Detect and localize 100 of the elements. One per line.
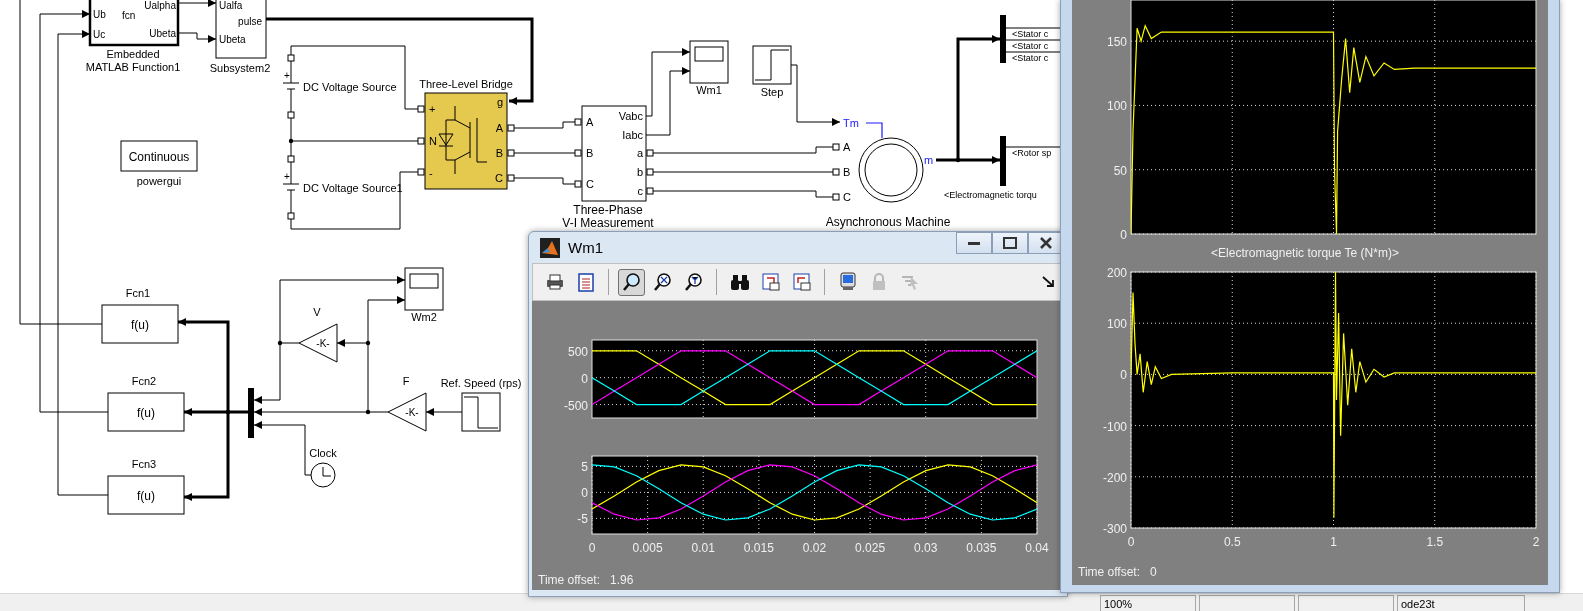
signal-line [177,0,217,7]
port-label: Ualpha [144,0,176,11]
signal-label: <Stator c [1012,41,1049,51]
port-label: Ub [93,9,106,20]
time-offset-label: Time offset: [1078,564,1141,580]
solver-name: ode23t [1397,595,1525,611]
block-caption: V-I Measurement [562,216,654,230]
polarity-sign: + [284,70,290,81]
mux-bar [248,388,254,438]
axis-tick-label: 0 [1120,368,1127,383]
port-label: B [586,147,594,159]
magnifier-icon [620,271,643,293]
block-caption: Ref. Speed (rps) [440,377,522,389]
bus-selector-bar [1000,15,1006,63]
axis-tick-label: 0.035 [966,541,997,555]
axis-tick-label: 100 [1106,99,1127,114]
signal-line [645,67,691,136]
junction-dot [288,138,294,144]
time-offset-value: 1.96 [610,572,634,588]
block-caption: Wm2 [411,311,437,323]
block-caption: Clock [309,447,337,459]
scope-block [689,40,729,84]
axis-tick-label: -5 [577,512,588,527]
axis-tick-label: 500 [567,344,588,359]
signal-line [1005,146,1061,148]
port-label: Tm [843,117,859,129]
junction-dot [365,340,371,346]
axis-tick-label: 0.5 [1223,535,1241,549]
signal-line [865,122,883,139]
port-label: c [637,185,643,197]
port-label: pulse [238,16,262,27]
port-label: C [843,191,851,203]
step-block [461,392,501,432]
window-title: Wm1 [568,239,604,256]
axis-tick-label: 200 [1106,266,1127,280]
block-caption: Fcn2 [131,375,157,387]
block-value: f(u) [137,406,155,420]
port-label: Ualfa [219,0,243,11]
axis-tick-label: 0 [581,371,588,386]
port-label: a [636,147,643,159]
signal-line [425,408,463,416]
axis-tick-label: 0.04 [1025,541,1049,555]
signal-line [645,48,691,117]
signal-line [513,152,576,154]
polarity-sign: + [284,171,290,182]
block-value: -K- [316,338,330,349]
axis-tick-label: 1 [1330,535,1337,549]
junction-dot [277,340,283,346]
block-caption: Embedded [106,48,160,60]
block-caption: Fcn1 [125,287,151,299]
port-label: A [843,141,851,153]
battery-symbol [282,155,300,220]
block-value: -K- [405,407,419,418]
signal-label: <Rotor sp [1012,148,1052,158]
block-value: f(u) [137,489,155,503]
signal-label: <Stator c [1012,53,1049,63]
port-label: + [429,103,436,115]
axis-tick-label: -200 [1102,470,1127,485]
port-label: B [843,166,851,178]
block-caption: Subsystem2 [209,62,271,74]
block-caption: Wm1 [696,84,722,96]
zoom-level: 100% [1100,595,1196,611]
battery-symbol [282,54,300,119]
zoom-button[interactable] [618,268,645,296]
block-caption: DC Voltage Source1 [303,182,403,194]
signal-line [1005,51,1061,53]
magnifier-x-icon [651,271,674,293]
port-label: C [586,178,594,190]
block-caption: Asynchronous Machine [825,215,951,229]
signal-label: <Stator c [1012,29,1049,39]
magnifier-y-icon [682,271,705,293]
step-block [752,45,792,85]
block-caption: F [402,375,410,387]
axis-tick-label: 0 [1120,228,1127,242]
port-label: A [586,116,594,128]
axis-tick-label: 0 [1127,535,1135,549]
axis-tick-label: 0.03 [914,541,938,555]
axis-tick-label: 0.025 [855,541,886,555]
axis-tick-label: 0 [588,541,596,555]
minimize-button[interactable] [956,232,992,254]
port-label: Iabc [622,129,643,141]
block-caption: powergui [136,175,182,187]
port-label: Uc [93,29,106,40]
block-value: Continuous [128,150,190,164]
port-label: C [495,172,503,184]
signal-line [513,121,576,129]
port-label: A [495,122,503,134]
port-label: Ubeta [149,28,176,39]
maximize-button[interactable] [992,232,1028,254]
axis-tick-label: 0.02 [802,541,827,555]
axis-tick-label: 2 [1532,535,1540,549]
axis-tick-label: -100 [1102,419,1127,434]
axis-tick-label: 150 [1106,35,1127,50]
port-label: m [924,154,934,166]
bus-selector-bar [1000,136,1006,186]
signal-line [790,64,841,126]
block-caption: Three-Phase [573,203,643,217]
axis-tick-label: -500 [563,398,588,413]
close-icon [1040,237,1052,249]
chart-arrow-icon [759,271,782,293]
